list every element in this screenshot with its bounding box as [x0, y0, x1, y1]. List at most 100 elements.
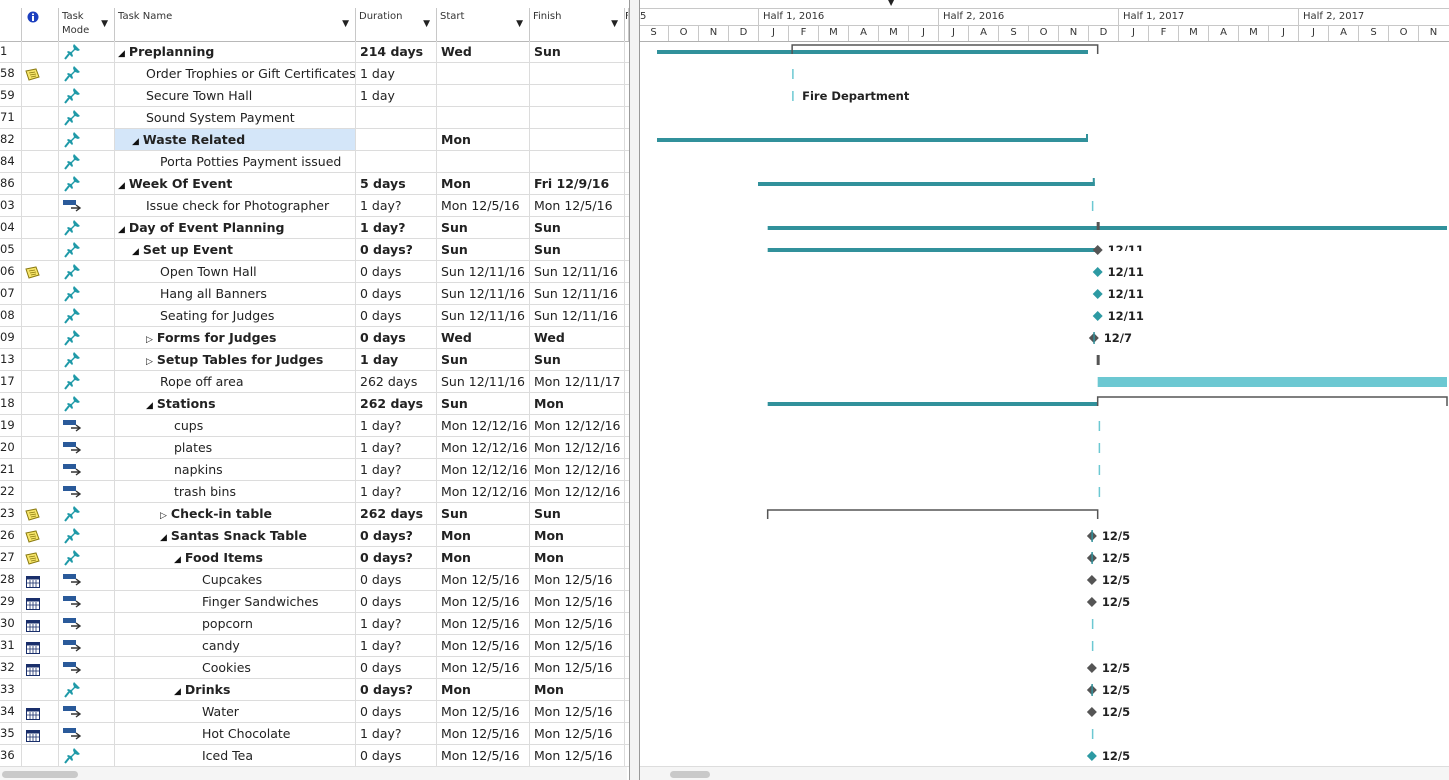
- task-name-cell[interactable]: ◢ Santas Snack Table: [115, 525, 356, 546]
- duration-cell[interactable]: 0 days: [356, 591, 437, 612]
- task-name-cell[interactable]: Sound System Payment: [115, 107, 356, 128]
- start-cell[interactable]: Mon 12/5/16: [437, 569, 530, 590]
- finish-cell[interactable]: Mon 12/5/16: [530, 745, 625, 766]
- task-name-cell[interactable]: Cookies: [115, 657, 356, 678]
- duration-cell[interactable]: 0 days: [356, 327, 437, 348]
- task-mode-cell[interactable]: [59, 217, 115, 238]
- collapse-icon[interactable]: ◢: [146, 396, 153, 414]
- finish-cell[interactable]: Sun: [530, 41, 625, 62]
- task-row[interactable]: 1 ◢ Preplanning 214 days Wed Sun: [0, 41, 629, 63]
- gantt-horizontal-scrollbar[interactable]: [640, 766, 1449, 780]
- summary-bracket[interactable]: [1096, 396, 1448, 406]
- task-row[interactable]: 19 cups 1 day? Mon 12/12/16 Mon 12/12/16: [0, 415, 629, 437]
- milestone-pin-line[interactable]: [1093, 332, 1095, 344]
- task-name-cell[interactable]: Issue check for Photographer: [115, 195, 356, 216]
- task-row[interactable]: 36 Iced Tea 0 days Mon 12/5/16 Mon 12/5/16: [0, 745, 629, 767]
- task-row[interactable]: 59 Secure Town Hall 1 day: [0, 85, 629, 107]
- task-name-cell[interactable]: Seating for Judges: [115, 305, 356, 326]
- gantt-dash[interactable]: [1098, 421, 1101, 431]
- column-header-indicators[interactable]: [22, 8, 59, 41]
- task-name-cell[interactable]: Cupcakes: [115, 569, 356, 590]
- duration-cell[interactable]: 1 day?: [356, 635, 437, 656]
- task-name-cell[interactable]: ◢ Day of Event Planning: [115, 217, 356, 238]
- duration-cell[interactable]: 1 day?: [356, 195, 437, 216]
- gantt-bar-end-cap[interactable]: [1092, 178, 1095, 186]
- task-row[interactable]: 26 ◢ Santas Snack Table 0 days? Mon Mon: [0, 525, 629, 547]
- note-icon[interactable]: [25, 528, 40, 546]
- calendar-icon[interactable]: [26, 727, 40, 744]
- finish-cell[interactable]: Mon 12/5/16: [530, 657, 625, 678]
- start-cell[interactable]: Sun 12/11/16: [437, 261, 530, 282]
- task-name-cell[interactable]: Rope off area: [115, 371, 356, 392]
- duration-cell[interactable]: 0 days?: [356, 679, 437, 700]
- column-header-id[interactable]: [0, 8, 22, 41]
- note-icon[interactable]: [25, 264, 40, 282]
- start-cell[interactable]: [437, 107, 530, 128]
- start-cell[interactable]: Mon 12/5/16: [437, 635, 530, 656]
- task-mode-cell[interactable]: [59, 327, 115, 348]
- task-name-cell[interactable]: Hot Chocolate: [115, 723, 356, 744]
- milestone-pin-line[interactable]: [1091, 684, 1093, 696]
- task-mode-cell[interactable]: [59, 525, 115, 546]
- milestone-marker[interactable]: [1092, 245, 1103, 255]
- note-icon[interactable]: [25, 66, 40, 84]
- task-mode-cell[interactable]: [59, 393, 115, 414]
- task-mode-cell[interactable]: [59, 459, 115, 480]
- task-row[interactable]: 86 ◢ Week Of Event 5 days Mon Fri 12/9/16: [0, 173, 629, 195]
- grid-horizontal-scrollbar[interactable]: [0, 766, 627, 780]
- start-cell[interactable]: Mon 12/5/16: [437, 745, 530, 766]
- expand-icon[interactable]: ▷: [146, 330, 153, 348]
- calendar-icon[interactable]: [26, 639, 40, 656]
- collapse-icon[interactable]: ◢: [174, 550, 181, 568]
- task-row[interactable]: 32 Cookies 0 days Mon 12/5/16 Mon 12/5/16: [0, 657, 629, 679]
- filter-dropdown-icon[interactable]: ▼: [611, 17, 618, 31]
- milestone-marker[interactable]: [1086, 663, 1097, 673]
- start-cell[interactable]: Mon 12/5/16: [437, 591, 530, 612]
- task-name-cell[interactable]: Porta Potties Payment issued: [115, 151, 356, 172]
- column-header-task-mode[interactable]: Task Mode ▼: [59, 8, 115, 41]
- task-name-cell[interactable]: Water: [115, 701, 356, 722]
- task-row[interactable]: 03 Issue check for Photographer 1 day? Mon …: [0, 195, 629, 217]
- task-mode-cell[interactable]: [59, 283, 115, 304]
- task-name-cell[interactable]: ◢ Preplanning: [115, 41, 356, 62]
- task-name-cell[interactable]: ▷ Forms for Judges: [115, 327, 356, 348]
- task-mode-cell[interactable]: [59, 547, 115, 568]
- finish-cell[interactable]: Mon 12/5/16: [530, 723, 625, 744]
- task-mode-cell[interactable]: [59, 723, 115, 744]
- calendar-icon[interactable]: [26, 705, 40, 722]
- duration-cell[interactable]: 0 days: [356, 305, 437, 326]
- gantt-bar[interactable]: [767, 226, 1447, 230]
- collapse-icon[interactable]: ◢: [132, 132, 139, 150]
- task-mode-cell[interactable]: [59, 657, 115, 678]
- start-cell[interactable]: Sun: [437, 349, 530, 370]
- start-cell[interactable]: Sun 12/11/16: [437, 283, 530, 304]
- task-name-cell[interactable]: ◢ Food Items: [115, 547, 356, 568]
- task-mode-cell[interactable]: [59, 129, 115, 150]
- task-name-cell[interactable]: Hang all Banners: [115, 283, 356, 304]
- gantt-dash[interactable]: [1091, 201, 1094, 211]
- scrollbar-thumb[interactable]: [2, 771, 78, 778]
- gantt-dash[interactable]: [1098, 465, 1101, 475]
- task-mode-cell[interactable]: [59, 503, 115, 524]
- gantt-dash[interactable]: [792, 91, 794, 101]
- gantt-bar-end-cap[interactable]: [1086, 134, 1088, 142]
- finish-cell[interactable]: Mon: [530, 393, 625, 414]
- filter-dropdown-icon[interactable]: ▼: [342, 17, 349, 31]
- finish-cell[interactable]: [530, 63, 625, 84]
- start-cell[interactable]: Mon 12/5/16: [437, 701, 530, 722]
- finish-cell[interactable]: Mon 12/11/17: [530, 371, 625, 392]
- summary-bracket[interactable]: [766, 509, 1099, 519]
- start-cell[interactable]: Wed: [437, 41, 530, 62]
- column-header-task-name[interactable]: Task Name ▼: [115, 8, 356, 41]
- task-mode-cell[interactable]: [59, 701, 115, 722]
- task-mode-cell[interactable]: [59, 679, 115, 700]
- duration-cell[interactable]: 5 days: [356, 173, 437, 194]
- task-row[interactable]: 34 Water 0 days Mon 12/5/16 Mon 12/5/16: [0, 701, 629, 723]
- start-cell[interactable]: Mon 12/5/16: [437, 195, 530, 216]
- task-row[interactable]: 31 candy 1 day? Mon 12/5/16 Mon 12/5/16: [0, 635, 629, 657]
- duration-cell[interactable]: 1 day?: [356, 437, 437, 458]
- start-cell[interactable]: Mon: [437, 525, 530, 546]
- scrollbar-thumb[interactable]: [670, 771, 710, 778]
- task-row[interactable]: 07 Hang all Banners 0 days Sun 12/11/16 Sun …: [0, 283, 629, 305]
- finish-cell[interactable]: Mon: [530, 679, 625, 700]
